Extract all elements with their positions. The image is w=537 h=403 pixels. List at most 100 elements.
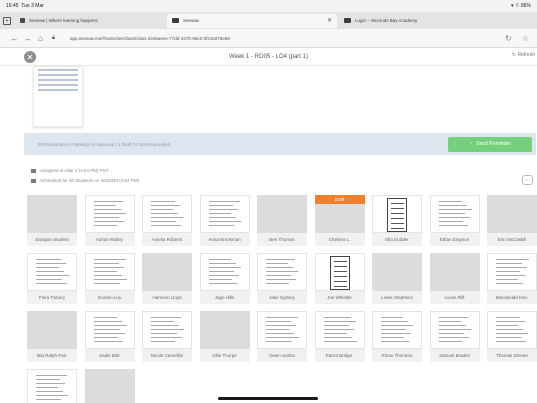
- student-name: Macdonald Ken.: [487, 291, 537, 304]
- response-thumbnail: [84, 369, 135, 403]
- preview-table-graphic: [38, 69, 78, 97]
- bell-icon: ◔: [469, 141, 473, 147]
- student-name: Samuel Brades: [429, 349, 480, 362]
- back-arrow-icon[interactable]: ←: [8, 34, 21, 43]
- response-thumbnail: [314, 311, 365, 349]
- response-summary: 25 Responses | 0 Waiting for Approval | …: [38, 141, 171, 147]
- student-response-card[interactable]: Jake Sydney: [257, 253, 307, 304]
- response-thumbnail: [487, 253, 537, 291]
- browser-tab-0[interactable]: Seesaw | Where learning happens: [15, 14, 165, 28]
- tab-label: Seesaw | Where learning happens: [29, 18, 98, 23]
- student-name: Joe Whistler: [314, 291, 365, 304]
- activity-header: ✕ Week 1 - RO05 - LO4 (part 1) ↻ Refresh: [0, 48, 537, 66]
- student-response-card[interactable]: Owen Sutton: [257, 311, 307, 362]
- student-name: Anna Brookman: [199, 233, 250, 246]
- student-response-card[interactable]: Joe Whistler: [314, 253, 365, 304]
- student-name: Jago Hills: [199, 291, 250, 304]
- student-response-card[interactable]: Flora Tisbury: [27, 253, 77, 304]
- response-thumbnail: [27, 311, 77, 349]
- seesaw-favicon-icon: [172, 18, 179, 23]
- response-thumbnail: [429, 195, 480, 233]
- student-response-card[interactable]: Mia Ralph-Fair.: [27, 311, 77, 362]
- response-thumbnail: [142, 195, 192, 233]
- address-bar: ← → ⌂ 🔒︎ app.seesaw.me/#/activities/clas…: [0, 29, 537, 48]
- student-response-card[interactable]: Thomas Dineen: [487, 311, 537, 362]
- student-response-card[interactable]: Gordon Lou: [84, 253, 135, 304]
- status-time: 16:45 Tue 3 Mar: [6, 3, 44, 9]
- status-indicators: ▾ ⌔ 86%: [511, 3, 531, 9]
- tab-close-icon[interactable]: ✕: [327, 17, 332, 24]
- student-name: Sadie Bidr: [84, 349, 135, 362]
- student-name: Nicole Camellini: [142, 349, 192, 362]
- student-name: Harrison Lloyd: [142, 291, 192, 304]
- student-name: Gordon Lou: [84, 291, 135, 304]
- student-name: Lewis Stephens: [372, 291, 422, 304]
- response-thumbnail: [84, 253, 135, 291]
- student-response-card[interactable]: Adrian Mulley: [84, 195, 135, 246]
- response-thumbnail: [199, 253, 250, 291]
- url-field[interactable]: app.seesaw.me/#/activities/class/class.4…: [70, 36, 505, 41]
- student-name: Ella Dudder: [372, 233, 422, 246]
- student-response-card[interactable]: Draft Chelsea L.: [314, 195, 365, 246]
- response-thumbnail: [487, 311, 537, 349]
- response-thumbnail: [429, 311, 480, 349]
- student-response-card[interactable]: Ben Thomas: [257, 195, 307, 246]
- student-response-card[interactable]: Lucas Riff: [429, 253, 480, 304]
- response-thumbnail: [487, 195, 537, 233]
- activity-preview-thumbnail[interactable]: [33, 66, 83, 127]
- student-response-card[interactable]: Ethan Empson: [429, 195, 480, 246]
- student-response-card[interactable]: Anna Brookman: [199, 195, 250, 246]
- student-response-card[interactable]: Erin McCaskill: [487, 195, 537, 246]
- send-reminder-button[interactable]: ◔ Send Reminder: [448, 136, 532, 152]
- ios-status-bar: 16:45 Tue 3 Mar ▾ ⌔ 86%: [0, 0, 537, 12]
- student-response-card[interactable]: Sadie Bidr: [84, 311, 135, 362]
- student-response-card[interactable]: [27, 369, 77, 403]
- student-name: Ben Thomas: [257, 233, 307, 246]
- tab-overview-icon[interactable]: +: [3, 16, 11, 25]
- response-thumbnail: [257, 253, 307, 291]
- student-response-card[interactable]: Lewis Stephens: [372, 253, 422, 304]
- close-icon[interactable]: ✕: [24, 51, 36, 63]
- response-thumbnail: [142, 311, 192, 349]
- response-thumbnail: [84, 195, 135, 233]
- student-name: Flora Tisbury: [27, 291, 77, 304]
- student-name: Adrian Mulley: [84, 233, 135, 246]
- student-response-card[interactable]: Ella Dudder: [372, 195, 422, 246]
- student-name: Parrot Bridge.: [314, 349, 365, 362]
- seesaw-favicon-icon: [20, 18, 25, 23]
- more-options-button[interactable]: ···: [522, 175, 533, 185]
- response-thumbnail: [257, 311, 307, 349]
- home-icon[interactable]: ⌂: [34, 34, 47, 43]
- scheduled-info: Scheduled for 30 Students on 3/2/2020 (4…: [31, 178, 139, 183]
- home-indicator[interactable]: [218, 397, 318, 400]
- student-response-card[interactable]: Nicole Camellini: [142, 311, 192, 362]
- people-icon: [31, 178, 36, 183]
- student-name: Thomas Dineen: [487, 349, 537, 362]
- student-response-card[interactable]: Samuel Brades: [429, 311, 480, 362]
- student-response-card[interactable]: Parrot Bridge.: [314, 311, 365, 362]
- reload-icon[interactable]: ↻: [505, 34, 512, 43]
- lock-icon: 🔒︎: [51, 34, 56, 41]
- response-thumbnail: [199, 195, 250, 233]
- student-name: Ethan Empson: [429, 233, 480, 246]
- student-name: Erin McCaskill: [487, 233, 537, 246]
- student-response-card[interactable]: [84, 369, 135, 403]
- refresh-button[interactable]: ↻ Refresh: [512, 52, 535, 58]
- student-response-card[interactable]: Amelia Roberts: [142, 195, 192, 246]
- assigned-info: Assigned on Mar 2 (4:54 PM) PST: [31, 168, 109, 173]
- student-response-card[interactable]: Jago Hills: [199, 253, 250, 304]
- forward-arrow-icon[interactable]: →: [21, 34, 34, 43]
- bookmark-star-icon[interactable]: ☆: [522, 34, 529, 43]
- student-response-card[interactable]: Macdonald Ken.: [487, 253, 537, 304]
- student-response-card[interactable]: Ollie Thorpe: [199, 311, 250, 362]
- browser-tab-strip: + Seesaw | Where learning happens Seesaw…: [0, 12, 537, 29]
- response-thumbnail: [372, 195, 422, 233]
- student-response-card[interactable]: Harrison Lloyd: [142, 253, 192, 304]
- response-summary-bar: 25 Responses | 0 Waiting for Approval | …: [24, 133, 536, 155]
- browser-tab-2[interactable]: Login – Seconds Bay Academy: [339, 14, 509, 28]
- student-response-card[interactable]: Sampan Student: [27, 195, 77, 246]
- student-response-card[interactable]: Rhian Thornton: [372, 311, 422, 362]
- response-thumbnail: [27, 369, 77, 403]
- browser-tab-1[interactable]: Seesaw ✕: [167, 13, 337, 28]
- response-thumbnail: [27, 253, 77, 291]
